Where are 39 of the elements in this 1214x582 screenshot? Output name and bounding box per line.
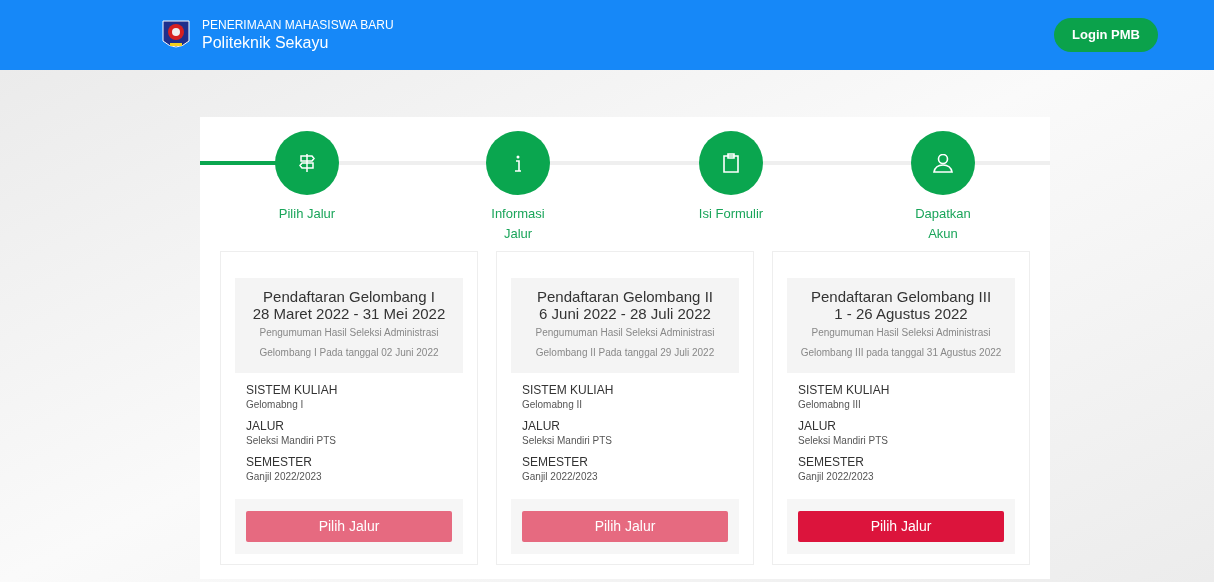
card-title: Pendaftaran Gelombang III [810,288,992,305]
field-label: SEMESTER [798,455,865,470]
info-icon [514,154,522,172]
card-note: Pengumuman Hasil Seleksi Administrasi Gelombang II Pada tanggal 29 Juli 2022 [534,326,716,360]
card-note: Pengumuman Hasil Seleksi Administrasi Gelombang I Pada tanggal 02 Juni 2022 [258,326,440,360]
step-label: Pilih Jalur [277,205,337,223]
header-subtitle: PENERIMAAN MAHASISWA BARU [202,17,394,33]
field-value: Gelomabng III [798,398,862,411]
field-label: SISTEM KULIAH [246,383,339,398]
field-label: SISTEM KULIAH [522,383,615,398]
field-value: Gelomabng II [522,398,584,411]
card-title: Pendaftaran Gelombang II [537,288,713,305]
step-label: Dapatkan Akun [914,205,972,243]
field-value: Seleksi Mandiri PTS [246,434,338,447]
field-value: Ganjil 2022/2023 [798,470,875,483]
field-value: Ganjil 2022/2023 [246,470,323,483]
card-dates: 1 - 26 Agustus 2022 [834,305,968,322]
login-button[interactable]: Login PMB [1054,18,1158,52]
signpost-icon [299,153,315,173]
field-label: SEMESTER [246,455,313,470]
choose-path-button[interactable]: Pilih Jalur [798,511,1004,542]
field-label: JALUR [246,419,285,434]
step-label: Informasi Jalur [490,205,546,243]
field-label: SISTEM KULIAH [798,383,891,398]
field-value: Ganjil 2022/2023 [522,470,599,483]
card-dates: 6 Juni 2022 - 28 Juli 2022 [539,305,711,322]
card-title: Pendaftaran Gelombang I [263,288,435,305]
card-note: Pengumuman Hasil Seleksi Administrasi Gelombang III pada tanggal 31 Agustus 2022 [799,326,1003,360]
card-dates: 28 Maret 2022 - 31 Mei 2022 [252,305,446,322]
field-label: JALUR [522,419,561,434]
field-value: Gelomabng I [246,398,305,411]
field-label: JALUR [798,419,837,434]
field-label: SEMESTER [522,455,589,470]
step-label: Isi Formulir [697,205,765,223]
field-value: Seleksi Mandiri PTS [522,434,614,447]
user-icon [933,153,953,173]
clipboard-icon [723,153,739,173]
header-title: Politeknik Sekayu [202,32,330,53]
field-value: Seleksi Mandiri PTS [798,434,890,447]
